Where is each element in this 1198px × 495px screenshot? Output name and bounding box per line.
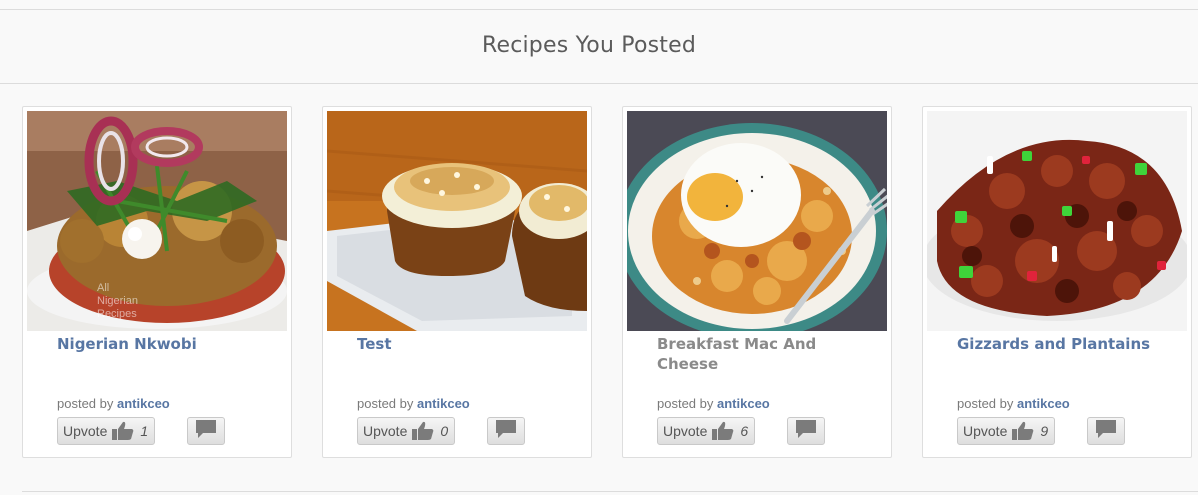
upvote-label: Upvote — [63, 423, 108, 439]
posted-by: posted by antikceo — [657, 396, 770, 411]
comment-button[interactable] — [487, 417, 525, 445]
comment-button[interactable] — [1087, 417, 1125, 445]
posted-by: posted by antikceo — [357, 396, 470, 411]
comment-bubble-icon — [194, 419, 218, 444]
posted-by-label: posted by — [57, 396, 114, 411]
author-link[interactable]: antikceo — [1017, 396, 1070, 411]
thumbs-up-icon — [711, 420, 735, 442]
watermark-text: All — [97, 282, 109, 294]
upvote-label: Upvote — [363, 423, 408, 439]
vote-count: 9 — [1040, 423, 1049, 439]
recipe-card: Breakfast Mac And Cheese posted by antik… — [622, 106, 892, 458]
recipe-photo-gizzards[interactable] — [927, 111, 1187, 331]
posted-by: posted by antikceo — [57, 396, 170, 411]
upvote-button[interactable]: Upvote 0 — [357, 417, 456, 445]
posted-by-label: posted by — [657, 396, 714, 411]
thumbs-up-icon — [1011, 420, 1035, 442]
comment-button[interactable] — [187, 417, 225, 445]
thumbs-up-icon — [111, 420, 135, 442]
recipe-card: Gizzards and Plantains posted by antikce… — [922, 106, 1192, 458]
section-heading: Recipes You Posted — [481, 33, 697, 58]
svg-text:Nigerian: Nigerian — [97, 295, 138, 307]
bottom-divider — [22, 491, 1198, 492]
recipe-photo-test[interactable] — [327, 111, 587, 331]
vote-count: 0 — [440, 423, 449, 439]
recipe-card: Test posted by antikceo Upvote 0 — [322, 106, 592, 458]
posted-by-label: posted by — [957, 396, 1014, 411]
author-link[interactable]: antikceo — [717, 396, 770, 411]
vote-count: 1 — [140, 423, 149, 439]
posted-by: posted by antikceo — [957, 396, 1070, 411]
recipe-photo-nkwobi[interactable]: All Nigerian Recipes — [27, 111, 287, 331]
recipe-title-link[interactable]: Breakfast Mac And Cheese — [657, 334, 867, 374]
posted-by-label: posted by — [357, 396, 414, 411]
recipe-card: All Nigerian Recipes Nigerian Nkwobi pos… — [22, 106, 292, 458]
svg-text:Recipes: Recipes — [97, 308, 137, 320]
upvote-label: Upvote — [663, 423, 708, 439]
author-link[interactable]: antikceo — [417, 396, 470, 411]
upvote-button[interactable]: Upvote 9 — [957, 417, 1056, 445]
recipe-title-link[interactable]: Nigerian Nkwobi — [57, 334, 267, 354]
recipe-photo-mac-and-cheese[interactable] — [627, 111, 887, 331]
thumbs-up-icon — [411, 420, 435, 442]
upvote-button[interactable]: Upvote 1 — [57, 417, 156, 445]
recipe-title-link[interactable]: Test — [357, 334, 567, 354]
upvote-label: Upvote — [963, 423, 1008, 439]
upvote-button[interactable]: Upvote 6 — [657, 417, 756, 445]
recipe-title-link[interactable]: Gizzards and Plantains — [957, 334, 1167, 354]
author-link[interactable]: antikceo — [117, 396, 170, 411]
top-divider — [0, 9, 1198, 10]
comment-bubble-icon — [794, 419, 818, 444]
comment-bubble-icon — [494, 419, 518, 444]
heading-divider — [0, 83, 1198, 84]
comment-bubble-icon — [1094, 419, 1118, 444]
vote-count: 6 — [740, 423, 749, 439]
comment-button[interactable] — [787, 417, 825, 445]
